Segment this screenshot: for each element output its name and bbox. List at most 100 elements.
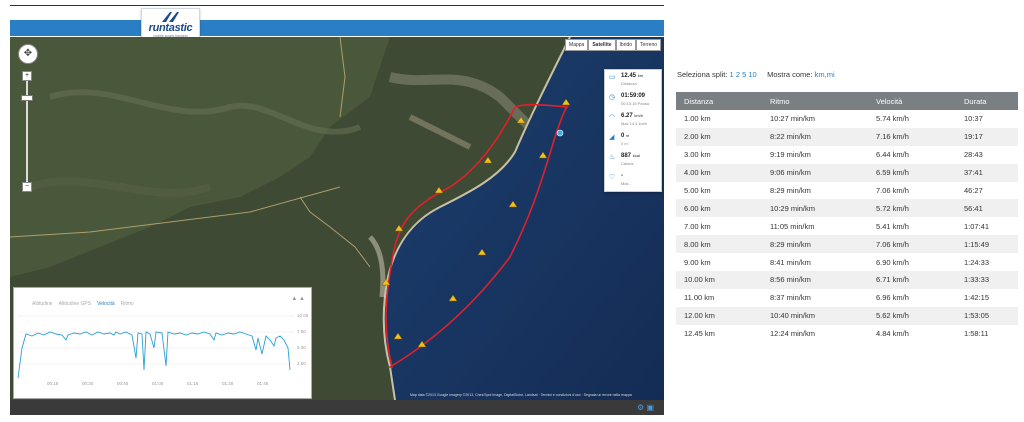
cell-duration: 1:42:15 — [964, 293, 990, 303]
stat-label: 00:13:18 Pausa — [621, 101, 650, 106]
stats-panel: ▭ 12.45 km Distanza ◷ 01:59:09 00:13:18 … — [604, 69, 662, 192]
cell-distance: 9.00 km — [684, 257, 711, 267]
table-row: 4.00 km 9:06 min/km 6.59 km/h 37:41 — [676, 163, 1018, 182]
logo-text: runtastic — [148, 22, 193, 34]
cell-speed: 6.90 km/h — [876, 257, 909, 267]
speedometer-icon: ◠ — [609, 114, 616, 121]
stat-label: Calorie — [621, 161, 634, 166]
cell-distance: 2.00 km — [676, 127, 762, 146]
stat-value: 12.45 km — [621, 73, 644, 79]
cell-distance: 12.00 km — [676, 306, 762, 325]
table-row: 7.00 km 11:05 min/km 5.41 km/h 1:07:41 — [676, 217, 1018, 235]
cell-pace: 8:41 min/km — [770, 257, 811, 267]
x-tick: 01:45 — [257, 381, 269, 386]
table-body: 1.00 km 10:27 min/km 5.74 km/h 10:37 2.00 km… — [676, 110, 1018, 343]
split-option-5[interactable]: 5 — [742, 70, 746, 79]
cell-speed: 5.62 km/h — [868, 306, 956, 325]
cell-duration: 46:27 — [964, 186, 983, 195]
cell-distance: 7.00 km — [684, 221, 711, 231]
map-type-switcher: Mappa Satellite Ibrido Terreno — [565, 39, 661, 51]
cell-distance: 8.00 km — [676, 235, 762, 254]
table-row: 1.00 km 10:27 min/km 5.74 km/h 10:37 — [676, 110, 1018, 128]
column-header-duration[interactable]: Durata — [956, 92, 1018, 110]
split-toolbar: Seleziona split: 1 2 5 10 Mostra come: k… — [677, 70, 835, 79]
split-option-10[interactable]: 10 — [748, 70, 756, 79]
speed-series-line — [17, 331, 291, 379]
cell-speed: 4.84 km/h — [876, 329, 909, 339]
header-rule — [10, 5, 664, 6]
cell-duration: 1:53:05 — [956, 306, 1018, 325]
zoom-slider-track[interactable] — [26, 73, 28, 183]
cell-pace: 8:56 min/km — [762, 271, 868, 289]
cell-duration: 37:41 — [956, 163, 1018, 182]
cell-pace: 10:27 min/km — [770, 114, 816, 124]
split-option-1[interactable]: 1 — [730, 70, 734, 79]
zoom-in-button[interactable]: + — [22, 71, 32, 81]
y-tick: 7.50 — [297, 329, 306, 334]
clock-icon: ◷ — [609, 94, 616, 101]
cell-duration: 28:43 — [964, 150, 983, 160]
cell-distance: 5.00 km — [684, 186, 711, 195]
cell-duration: 1:24:33 — [964, 257, 990, 267]
stat-value: 01:59:09 — [621, 93, 646, 99]
pan-control-icon[interactable]: ✥ — [18, 44, 38, 64]
speed-chart: Altitudine Altitudine GPS Velocità Ritmo… — [13, 287, 312, 399]
y-tick: 2.50 — [297, 361, 306, 366]
unit-option-mi[interactable]: mi — [827, 70, 835, 79]
cell-pace: 9:06 min/km — [762, 163, 868, 182]
cell-distance: 11.00 km — [684, 293, 715, 303]
table-row: 12.45 km 12:24 min/km 4.84 km/h 1:58:11 — [676, 325, 1018, 343]
zoom-out-button[interactable]: − — [22, 182, 32, 192]
fullscreen-icon[interactable]: ▣ — [646, 403, 654, 412]
column-header-speed[interactable]: Velocità — [868, 92, 956, 110]
map-type-satellite[interactable]: Satellite — [588, 39, 616, 51]
cell-distance: 3.00 km — [684, 150, 711, 160]
cell-speed: 7.06 km/h — [876, 186, 909, 195]
x-tick: 00:30 — [82, 381, 94, 386]
cell-duration: 1:07:41 — [964, 221, 990, 231]
table-row: 10.00 km 8:56 min/km 6.71 km/h 1:33:33 — [676, 271, 1018, 289]
map-type-terrain[interactable]: Terreno — [636, 39, 661, 51]
x-tick: 01:30 — [222, 381, 234, 386]
map-footer: ⚙ ▣ — [10, 400, 664, 415]
settings-icon[interactable]: ⚙ — [637, 403, 644, 412]
stat-value: 0 m — [621, 133, 630, 139]
map-type-hybrid[interactable]: Ibrido — [615, 39, 637, 51]
stat-value: - — [621, 173, 623, 179]
cell-speed: 6.71 km/h — [868, 271, 956, 289]
stat-value: 887 kcal — [621, 153, 640, 159]
cell-pace: 10:40 min/km — [762, 306, 868, 325]
unit-option-km[interactable]: km — [815, 70, 825, 79]
x-tick: 01:00 — [152, 381, 164, 386]
cell-distance: 10.00 km — [676, 271, 762, 289]
map-copyright[interactable]: Map data ©2013 Google Imagery ©2013, Cne… — [410, 393, 632, 397]
y-tick: 10.00 — [297, 313, 309, 318]
cell-pace: 9:19 min/km — [770, 150, 811, 160]
x-tick: 00:45 — [117, 381, 129, 386]
logo-swoosh-icon — [162, 12, 179, 22]
table-row: 12.00 km 10:40 min/km 5.62 km/h 1:53:05 — [676, 306, 1018, 325]
cell-pace: 8:22 min/km — [762, 127, 868, 146]
cell-pace: 8:29 min/km — [770, 186, 811, 195]
elevation-icon: ◢ — [609, 134, 615, 141]
x-tick: 00:15 — [47, 381, 59, 386]
table-row: 6.00 km 10:29 min/km 5.72 km/h 56:41 — [676, 199, 1018, 218]
column-header-distance[interactable]: Distanza — [676, 92, 762, 110]
split-option-2[interactable]: 2 — [736, 70, 740, 79]
cell-speed: 6.96 km/h — [876, 293, 909, 303]
cell-speed: 7.16 km/h — [868, 127, 956, 146]
zoom-slider-handle[interactable] — [21, 95, 33, 101]
cell-pace: 10:29 min/km — [762, 199, 868, 218]
distance-icon: ▭ — [609, 74, 616, 81]
header-band — [10, 20, 664, 36]
cell-pace: 8:29 min/km — [762, 235, 868, 254]
cell-distance: 1.00 km — [684, 114, 711, 124]
map-type-map[interactable]: Mappa — [565, 39, 589, 51]
footer-icons: ⚙ ▣ — [637, 403, 654, 412]
splits-table: Distanza Ritmo Velocità Durata 1.00 km 10… — [676, 92, 1018, 343]
stat-label: Max 14.4 km/h — [621, 121, 648, 126]
stat-value: 6.27 km/h — [621, 113, 644, 119]
column-header-pace[interactable]: Ritmo — [762, 92, 868, 110]
stat-label: Distanza — [621, 81, 637, 86]
y-tick: 5.00 — [297, 345, 306, 350]
